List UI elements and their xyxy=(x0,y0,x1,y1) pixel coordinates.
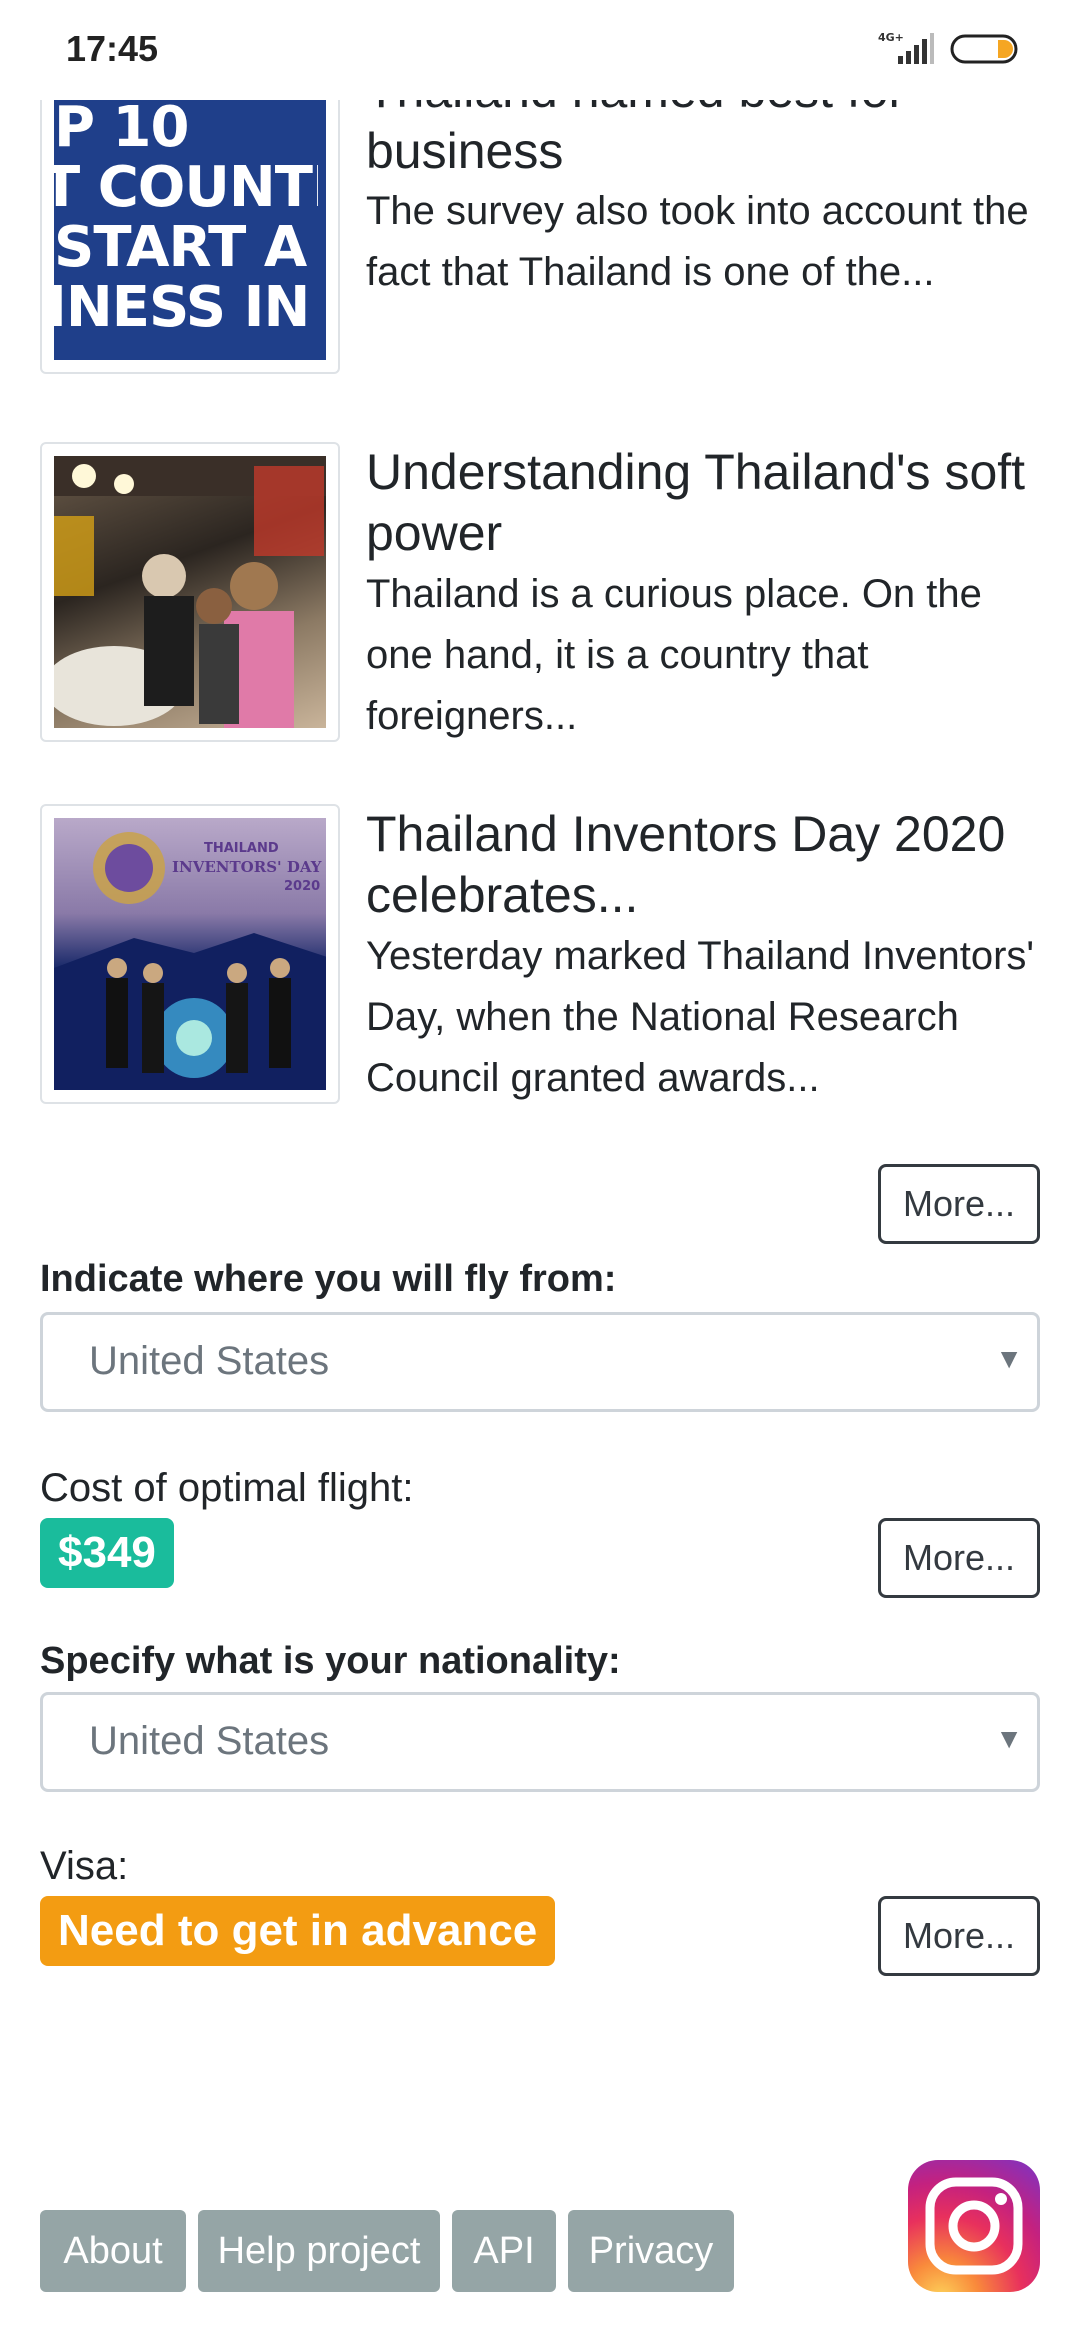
thumbnail-image xyxy=(54,456,326,728)
footer-privacy-link[interactable]: Privacy xyxy=(568,2210,734,2292)
news-item[interactable]: Understanding Thailand's soft power Thai… xyxy=(40,442,1040,748)
signal-icon: 4G+ xyxy=(878,31,934,64)
news-title[interactable]: Thailand Inventors Day 2020 celebrates..… xyxy=(366,804,1046,926)
network-type: 4G+ xyxy=(878,31,904,44)
news-excerpt: The survey also took into account the fa… xyxy=(366,189,1029,294)
footer-api-link[interactable]: API xyxy=(452,2210,556,2292)
flight-cost-label: Cost of optimal flight: xyxy=(40,1466,414,1510)
news-title[interactable]: Understanding Thailand's soft power xyxy=(366,442,1046,564)
flight-cost-badge: $349 xyxy=(40,1518,174,1588)
nationality-label: Specify what is your nationality: xyxy=(40,1640,621,1682)
status-bar: 17:45 4G+ xyxy=(0,0,1080,100)
inventors-photo: THAILAND INVENTORS' DAY 2020 xyxy=(54,832,326,1090)
market-photo xyxy=(54,456,326,728)
thumbnail-text: START A xyxy=(54,218,307,278)
nationality-select[interactable]: United States ▼ xyxy=(40,1692,1040,1792)
thumbnail-image: P 10 T COUNTRI START A INESS IN 20 xyxy=(54,88,326,360)
instagram-icon[interactable] xyxy=(908,2160,1040,2292)
thumbnail-text: INVENTORS' DAY xyxy=(172,858,322,876)
fly-from-label: Indicate where you will fly from: xyxy=(40,1258,617,1300)
more-news-button[interactable]: More... xyxy=(878,1164,1040,1244)
footer-help-project-link[interactable]: Help project xyxy=(198,2210,440,2292)
news-excerpt: Yesterday marked Thailand Inventors' Day… xyxy=(366,934,1035,1100)
more-flight-button[interactable]: More... xyxy=(878,1518,1040,1598)
fly-from-selected: United States xyxy=(89,1339,330,1383)
news-excerpt: Thailand is a curious place. On the one … xyxy=(366,572,982,738)
thumbnail-image: THAILAND INVENTORS' DAY 2020 xyxy=(54,818,326,1090)
thumbnail-text: P 10 xyxy=(54,98,189,158)
status-time: 17:45 xyxy=(66,28,159,69)
footer-about-link[interactable]: About xyxy=(40,2210,186,2292)
more-visa-button[interactable]: More... xyxy=(878,1896,1040,1976)
screen: 17:45 4G+ P 10 T COUNTRI START A INESS I… xyxy=(0,0,1080,2340)
visa-badge: Need to get in advance xyxy=(40,1896,556,1966)
visa-label: Visa: xyxy=(40,1844,129,1888)
caret-down-icon: ▼ xyxy=(995,1343,1023,1374)
fly-from-select[interactable]: United States ▼ xyxy=(40,1312,1040,1412)
battery-icon xyxy=(950,34,1018,64)
news-item[interactable]: THAILAND INVENTORS' DAY 2020 Thailand In… xyxy=(40,804,1040,1110)
nationality-selected: United States xyxy=(89,1719,330,1763)
thumbnail-text: INESS IN 20 xyxy=(54,278,322,338)
news-thumbnail[interactable]: THAILAND INVENTORS' DAY 2020 xyxy=(40,804,340,1104)
instagram-glyph xyxy=(925,2177,1023,2275)
thumbnail-text: T COUNTRI xyxy=(54,158,318,218)
news-item[interactable]: P 10 T COUNTRI START A INESS IN 20 Thail… xyxy=(40,62,1040,380)
thumbnail-text: 2020 xyxy=(284,879,320,894)
caret-down-icon: ▼ xyxy=(995,1723,1023,1754)
news-thumbnail[interactable]: P 10 T COUNTRI START A INESS IN 20 xyxy=(40,74,340,374)
news-thumbnail[interactable] xyxy=(40,442,340,742)
thumbnail-text: THAILAND xyxy=(204,841,279,856)
